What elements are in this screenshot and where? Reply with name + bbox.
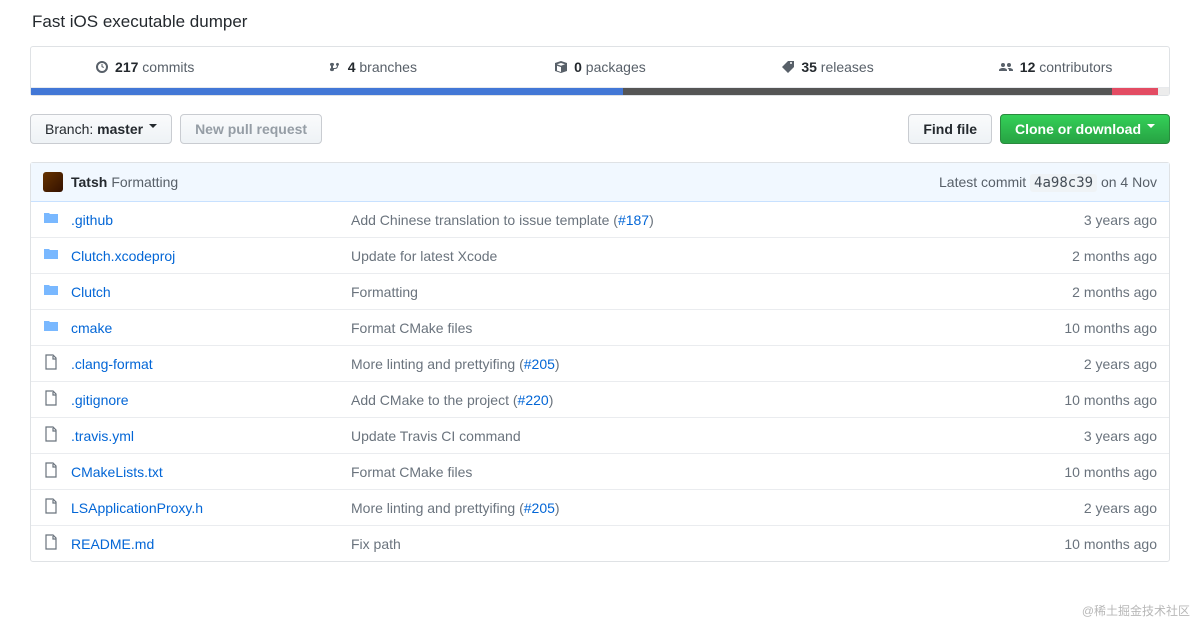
releases-link[interactable]: 35 releases	[781, 59, 873, 75]
file-icon	[31, 346, 59, 382]
table-row: Clutch Formatting2 months ago	[31, 274, 1169, 310]
package-icon	[554, 60, 568, 74]
commit-date: on 4 Nov	[1097, 174, 1157, 190]
language-segment[interactable]	[31, 88, 623, 95]
commit-age: 10 months ago	[951, 382, 1169, 418]
folder-icon	[31, 202, 59, 238]
language-segment[interactable]	[623, 88, 1112, 95]
commit-age: 10 months ago	[951, 454, 1169, 490]
find-file-button[interactable]: Find file	[908, 114, 992, 144]
file-name-link[interactable]: cmake	[71, 320, 112, 336]
latest-commit-label: Latest commit	[939, 174, 1030, 190]
commit-age: 2 months ago	[951, 274, 1169, 310]
latest-commit-bar: Tatsh Formatting Latest commit 4a98c39 o…	[31, 163, 1169, 202]
commit-author-link[interactable]: Tatsh	[71, 174, 107, 190]
commit-message[interactable]: Format CMake files	[339, 454, 951, 490]
file-icon	[31, 454, 59, 490]
language-bar[interactable]	[31, 87, 1169, 95]
table-row: .clang-format More linting and prettyifin…	[31, 346, 1169, 382]
commit-age: 2 years ago	[951, 346, 1169, 382]
new-pull-request-button[interactable]: New pull request	[180, 114, 322, 144]
table-row: README.md Fix path10 months ago	[31, 526, 1169, 562]
file-name-link[interactable]: .clang-format	[71, 356, 153, 372]
issue-link[interactable]: #187	[618, 212, 649, 228]
file-icon	[31, 382, 59, 418]
chevron-down-icon	[143, 121, 157, 137]
commit-sha-link[interactable]: 4a98c39	[1030, 174, 1097, 192]
file-name-link[interactable]: Clutch.xcodeproj	[71, 248, 175, 264]
commit-message[interactable]: Update Travis CI command	[339, 418, 951, 454]
file-name-link[interactable]: LSApplicationProxy.h	[71, 500, 203, 516]
branches-link[interactable]: 4 branches	[328, 59, 417, 75]
commit-message[interactable]: Add Chinese translation to issue templat…	[339, 202, 951, 238]
file-name-link[interactable]: Clutch	[71, 284, 111, 300]
avatar[interactable]	[43, 172, 63, 192]
commit-age: 10 months ago	[951, 310, 1169, 346]
file-icon	[31, 526, 59, 562]
commit-age: 3 years ago	[951, 418, 1169, 454]
tag-icon	[781, 60, 795, 74]
issue-link[interactable]: #205	[524, 356, 555, 372]
file-name-link[interactable]: .gitignore	[71, 392, 129, 408]
branch-icon	[328, 60, 342, 74]
clone-download-button[interactable]: Clone or download	[1000, 114, 1170, 144]
commit-age: 10 months ago	[951, 526, 1169, 562]
commit-message[interactable]: Format CMake files	[339, 310, 951, 346]
folder-icon	[31, 310, 59, 346]
commit-message[interactable]: More linting and prettyifing (#205)	[339, 346, 951, 382]
language-segment[interactable]	[1158, 88, 1169, 95]
commit-message[interactable]: More linting and prettyifing (#205)	[339, 490, 951, 526]
file-name-link[interactable]: .github	[71, 212, 113, 228]
language-segment[interactable]	[1112, 88, 1158, 95]
file-icon	[31, 490, 59, 526]
repo-description: Fast iOS executable dumper	[32, 12, 1170, 32]
table-row: .travis.yml Update Travis CI command3 yea…	[31, 418, 1169, 454]
issue-link[interactable]: #220	[518, 392, 549, 408]
file-name-link[interactable]: README.md	[71, 536, 154, 552]
commit-message[interactable]: Update for latest Xcode	[339, 238, 951, 274]
commit-message[interactable]: Add CMake to the project (#220)	[339, 382, 951, 418]
table-row: cmake Format CMake files10 months ago	[31, 310, 1169, 346]
history-icon	[95, 60, 109, 74]
commit-message[interactable]: Formatting	[339, 274, 951, 310]
issue-link[interactable]: #205	[524, 500, 555, 516]
file-name-link[interactable]: CMakeLists.txt	[71, 464, 163, 480]
table-row: CMakeLists.txt Format CMake files10 month…	[31, 454, 1169, 490]
folder-icon	[31, 274, 59, 310]
contributors-link[interactable]: 12 contributors	[998, 59, 1113, 75]
table-row: .gitignore Add CMake to the project (#220…	[31, 382, 1169, 418]
table-row: LSApplicationProxy.h More linting and pre…	[31, 490, 1169, 526]
commit-message[interactable]: Formatting	[111, 174, 178, 190]
repo-stats: 217 commits 4 branches 0 packages 35 rel…	[30, 46, 1170, 96]
file-icon	[31, 418, 59, 454]
packages-link[interactable]: 0 packages	[554, 59, 646, 75]
branch-select-button[interactable]: Branch: master	[30, 114, 172, 144]
table-row: .github Add Chinese translation to issue …	[31, 202, 1169, 238]
repo-toolbar: Branch: master New pull request Find fil…	[30, 114, 1170, 144]
table-row: Clutch.xcodeproj Update for latest Xcode2…	[31, 238, 1169, 274]
commit-message[interactable]: Fix path	[339, 526, 951, 562]
commit-age: 2 months ago	[951, 238, 1169, 274]
folder-icon	[31, 238, 59, 274]
file-name-link[interactable]: .travis.yml	[71, 428, 134, 444]
people-icon	[998, 60, 1014, 74]
commit-age: 2 years ago	[951, 490, 1169, 526]
commit-age: 3 years ago	[951, 202, 1169, 238]
commits-link[interactable]: 217 commits	[95, 59, 194, 75]
file-listing: Tatsh Formatting Latest commit 4a98c39 o…	[30, 162, 1170, 562]
watermark: @稀土掘金技术社区	[1082, 602, 1190, 619]
chevron-down-icon	[1141, 121, 1155, 137]
